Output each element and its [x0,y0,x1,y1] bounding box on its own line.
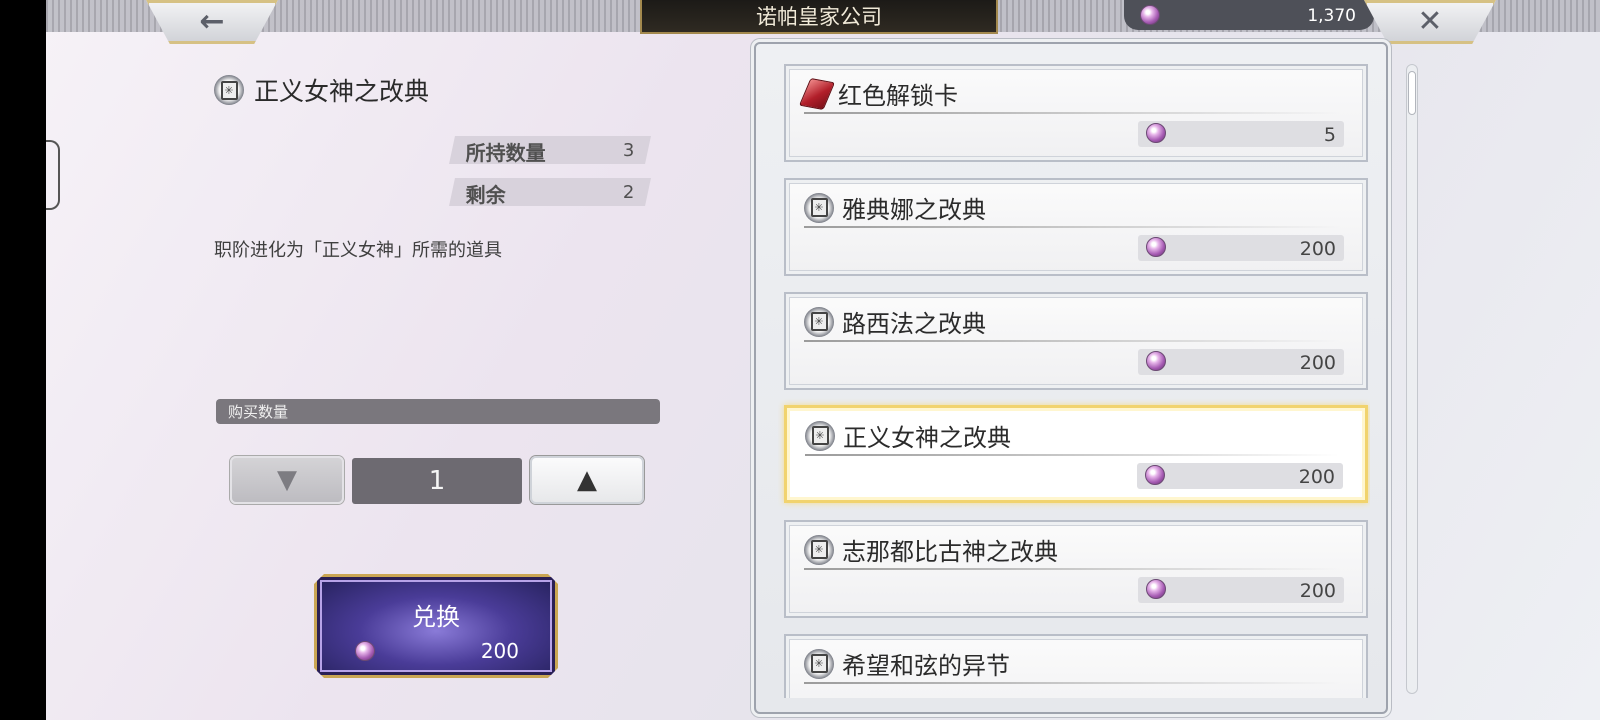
exchange-button[interactable]: 兑换 200 [314,574,558,678]
shop-item-header: ✳ 雅典娜之改典 [804,190,986,225]
item-title: 正义女神之改典 [254,77,430,106]
scrollbar-thumb[interactable] [1408,71,1416,115]
shop-item-header: ✳ 路西法之改典 [804,304,986,339]
tome-icon: ✳ [804,648,834,679]
tome-icon: ✳ [214,75,244,105]
tome-icon: ✳ [804,192,834,223]
shop-item-justice-goddess-tome[interactable]: ✳ 正义女神之改典 200 [784,405,1368,503]
shop-item-header: 红色解锁卡 [798,76,958,111]
item-description: 职阶进化为「正义女神」所需的道具 [214,240,502,261]
shop-item-shinatsuhiko-tome[interactable]: ✳ 志那都比古神之改典 200 [784,520,1368,618]
divider [804,568,1340,570]
shop-item-name: 志那都比古神之改典 [842,538,1058,566]
shop-item-hope-chord[interactable]: ✳ 希望和弦的异节 [784,634,1368,698]
shop-item-header: ✳ 正义女神之改典 [805,418,1011,453]
shop-title: 诺帕皇家公司 [640,0,998,34]
price-box: 200 [1137,463,1343,489]
shop-list-viewport: 红色解锁卡 5 ✳ 雅典娜之改典 200 ✳ 路西法之改典 200 ✳ 正义女神… [778,64,1370,698]
side-notch [46,140,60,210]
divider [804,226,1340,228]
back-button[interactable]: ← [146,0,278,44]
price-box: 5 [1138,121,1344,147]
shop-item-header: ✳ 希望和弦的异节 [804,646,1010,681]
owned-count-row: 所持数量 3 [449,136,651,165]
shop-item-price: 200 [1298,466,1335,488]
item-title-row: ✳ 正义女神之改典 [214,72,429,108]
tome-icon: ✳ [804,534,834,565]
close-button[interactable]: ✕ [1364,0,1496,44]
exchange-cost-row: 200 [355,639,519,663]
shop-item-header: ✳ 志那都比古神之改典 [804,532,1058,567]
shop-item-price: 200 [1299,352,1336,374]
shop-item-list: 红色解锁卡 5 ✳ 雅典娜之改典 200 ✳ 路西法之改典 200 ✳ 正义女神… [754,42,1418,714]
quantity-increase-button[interactable]: ▲ [530,456,644,504]
quantity-decrease-button[interactable]: ▼ [230,456,344,504]
gem-icon [1146,237,1166,257]
list-scrollbar[interactable] [1406,64,1418,694]
shop-item-price: 200 [1299,580,1336,602]
quantity-value: 1 [352,458,522,504]
tome-icon: ✳ [804,306,834,337]
gem-icon [1146,579,1166,599]
shop-item-name: 希望和弦的异节 [842,652,1010,680]
gem-icon [1145,465,1165,485]
close-x-icon: ✕ [1417,4,1443,39]
remaining-label: 剩余 [465,183,506,207]
shop-item-lucifer-tome[interactable]: ✳ 路西法之改典 200 [784,292,1368,390]
divider [805,454,1339,456]
gem-icon [1146,123,1166,143]
exchange-label: 兑换 [412,603,460,631]
gem-icon [1146,351,1166,371]
exchange-cost: 200 [480,639,519,663]
shop-item-name: 红色解锁卡 [838,82,958,110]
price-box: 200 [1138,577,1344,603]
tome-icon: ✳ [805,420,835,451]
chevron-up-icon: ▲ [577,465,597,495]
price-box: 200 [1138,349,1344,375]
arrow-left-icon: ← [199,4,225,39]
shop-item-name: 路西法之改典 [842,310,986,338]
owned-label: 所持数量 [465,141,546,165]
remaining-count-row: 剩余 2 [449,178,651,207]
red-card-icon [798,77,836,110]
shop-item-name: 正义女神之改典 [843,424,1011,452]
gem-icon [355,641,375,661]
shop-item-athena-tome[interactable]: ✳ 雅典娜之改典 200 [784,178,1368,276]
currency-display: 1,370 [1124,0,1374,30]
divider [804,112,1340,114]
remaining-value: 2 [622,182,634,203]
shop-item-name: 雅典娜之改典 [842,196,986,224]
shop-item-red-unlock-card[interactable]: 红色解锁卡 5 [784,64,1368,162]
gem-icon [1140,5,1160,25]
owned-value: 3 [622,140,634,161]
shop-item-price: 5 [1323,124,1336,146]
purchase-quantity-label: 购买数量 [216,399,660,424]
chevron-down-icon: ▼ [277,465,297,495]
game-screen: ← 诺帕皇家公司 1,370 ✕ ✳ 正义女神之改典 所持数量 3 剩余 2 职… [46,0,1600,720]
shop-item-price: 200 [1299,238,1336,260]
divider [804,682,1340,684]
currency-amount: 1,370 [1307,6,1356,26]
price-box: 200 [1138,235,1344,261]
divider [804,340,1340,342]
